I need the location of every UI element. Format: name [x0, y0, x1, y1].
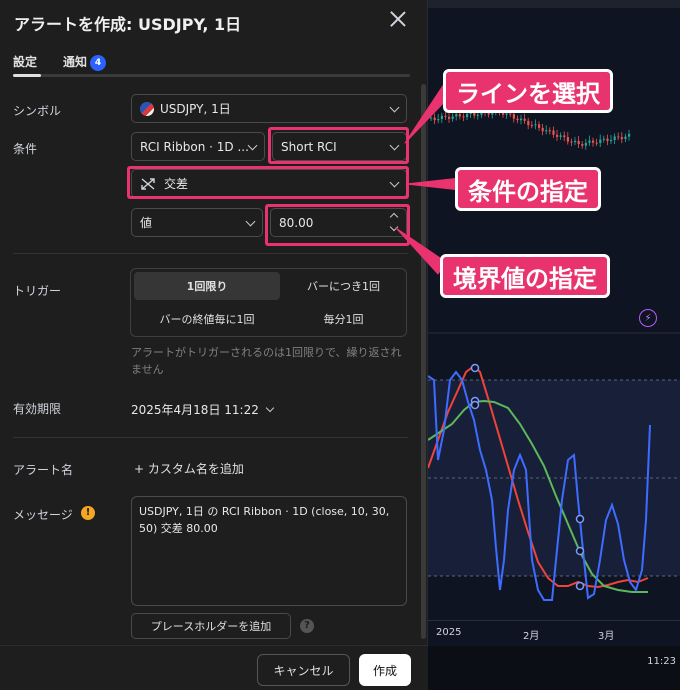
arrow-condition — [405, 177, 461, 191]
callout-specify-condition: 条件の指定 — [455, 167, 601, 211]
callout-specify-threshold: 境界値の指定 — [440, 254, 610, 298]
arrow-threshold — [395, 227, 447, 275]
callout-select-line: ラインを選択 — [443, 69, 613, 113]
